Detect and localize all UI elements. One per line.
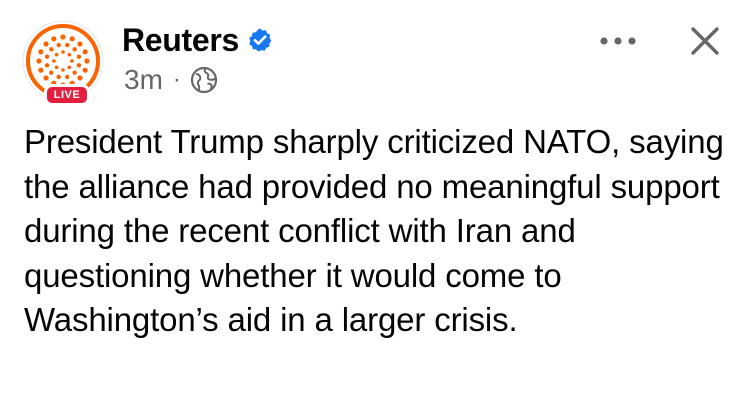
logo-dot xyxy=(70,59,74,63)
logo-dot xyxy=(56,74,61,80)
logo-dot xyxy=(49,70,54,75)
logo-dot xyxy=(44,63,50,68)
logo-dot xyxy=(76,54,82,59)
logo-dot xyxy=(49,47,54,52)
logo-dot xyxy=(84,58,90,64)
live-badge: LIVE xyxy=(44,84,90,106)
logo-dot xyxy=(72,70,77,75)
author-row: Reuters xyxy=(122,18,273,62)
logo-dot xyxy=(69,36,75,42)
logo-dot xyxy=(67,52,72,57)
logo-dot xyxy=(77,41,83,47)
logo-dot xyxy=(67,65,72,70)
post-header: LIVE Reuters 3m · xyxy=(0,0,750,110)
meta-separator: · xyxy=(172,66,181,93)
logo-dot xyxy=(54,52,59,57)
logo-dot xyxy=(65,74,70,80)
logo-dot xyxy=(56,42,61,48)
logo-dot xyxy=(61,68,65,72)
logo-dot xyxy=(65,42,70,48)
logo-dot xyxy=(52,59,56,63)
logo-dot xyxy=(76,63,82,68)
author-name[interactable]: Reuters xyxy=(122,20,239,60)
logo-dot xyxy=(43,41,49,47)
logo-dot xyxy=(51,36,57,42)
logo-dot xyxy=(82,67,88,73)
logo-dot xyxy=(61,50,65,54)
post-meta: 3m · xyxy=(124,62,218,98)
post-body-text: President Trump sharply criticized NATO,… xyxy=(24,123,724,338)
logo-dot xyxy=(38,67,44,73)
logo-dot xyxy=(54,65,59,70)
close-button[interactable] xyxy=(684,20,726,62)
post-timestamp[interactable]: 3m xyxy=(124,62,163,98)
more-options-button[interactable] xyxy=(594,24,642,58)
globe-icon[interactable] xyxy=(190,66,218,94)
close-icon xyxy=(691,27,719,55)
more-options-icon xyxy=(600,37,636,45)
logo-dot xyxy=(82,49,88,55)
logo-dot xyxy=(44,54,50,59)
logo-dot xyxy=(72,47,77,52)
verified-badge-icon xyxy=(247,27,273,53)
logo-dot xyxy=(77,75,83,81)
logo-dot xyxy=(38,49,44,55)
logo-dot xyxy=(36,58,42,64)
logo-dot xyxy=(60,34,66,40)
logo-dot xyxy=(43,75,49,81)
